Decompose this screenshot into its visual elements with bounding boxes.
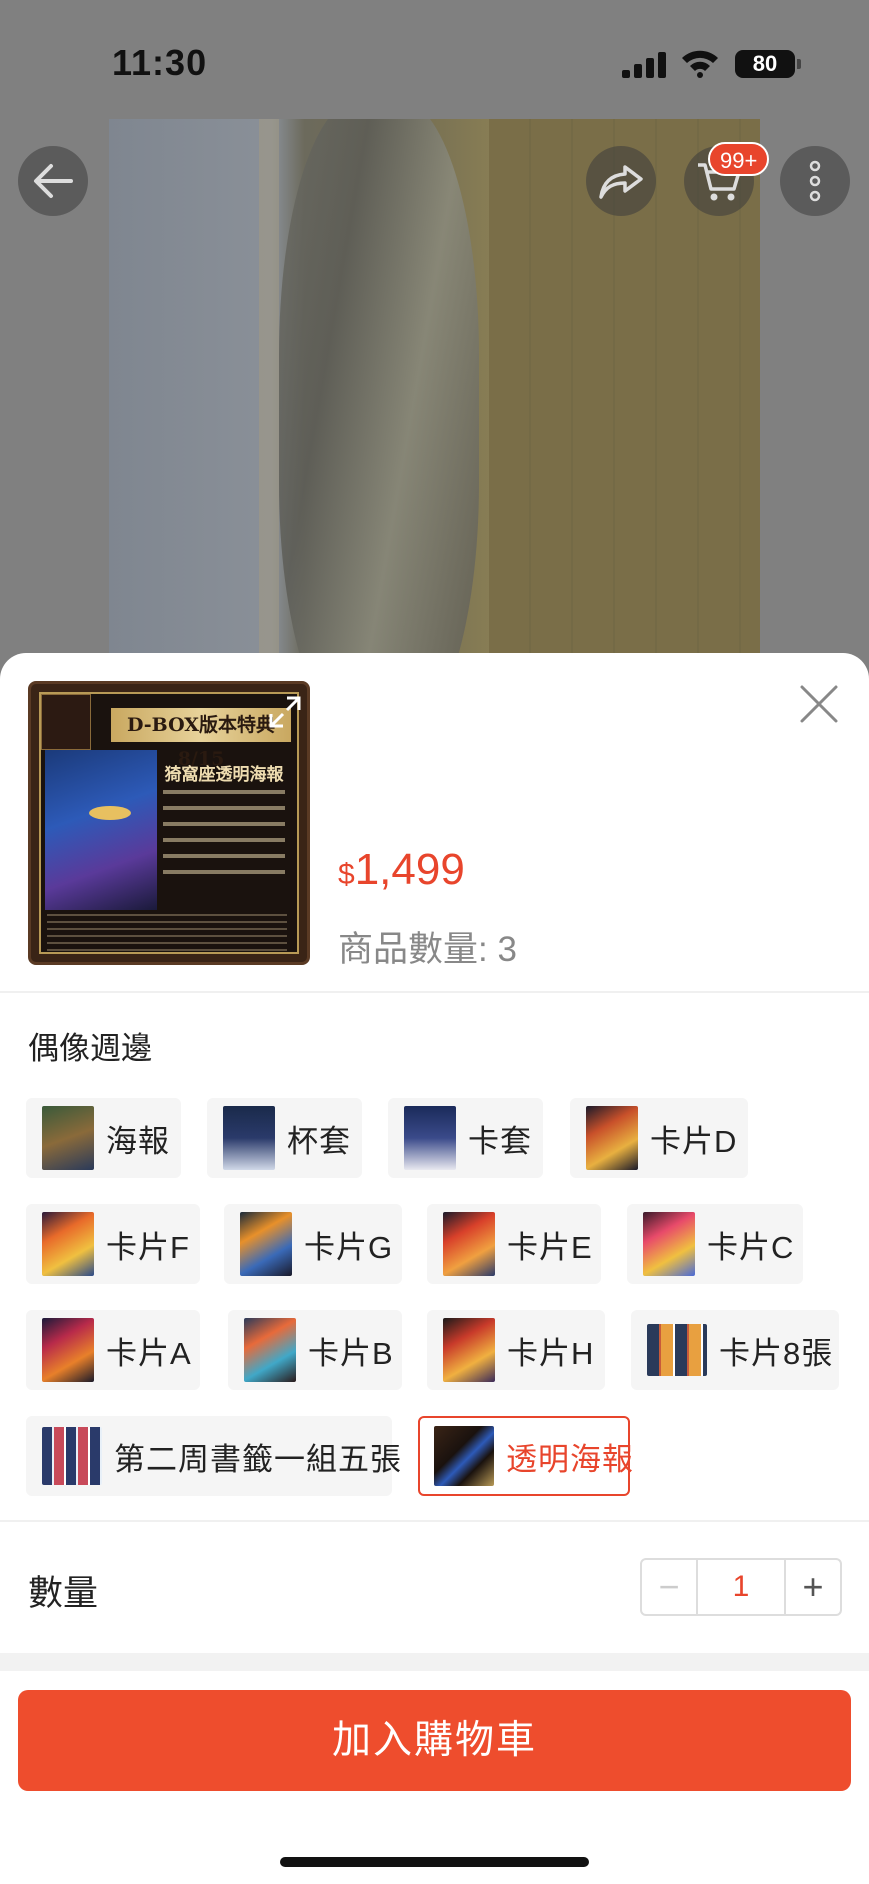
quantity-stepper: − 1 + <box>640 1558 842 1616</box>
option-label: 卡片8張 <box>719 1335 834 1371</box>
option-thumbnail <box>42 1106 94 1170</box>
option-label: 海報 <box>106 1123 170 1159</box>
option-bookmark-set[interactable]: 第二周書籤一組五張 <box>26 1416 401 1496</box>
quantity-label: 數量 <box>28 1574 99 1613</box>
option-label: 卡片F <box>106 1229 190 1265</box>
thumbnail-title: 猗窩座透明海報 <box>164 765 284 785</box>
option-card-sleeve[interactable]: 卡套 <box>388 1098 543 1178</box>
more-vertical-icon <box>809 160 821 202</box>
status-time: 11:30 <box>112 42 208 83</box>
cellular-signal-icon <box>622 52 668 78</box>
divider <box>0 991 869 993</box>
home-indicator <box>280 1857 589 1867</box>
option-label: 卡片G <box>304 1229 394 1265</box>
quantity-input[interactable]: 1 <box>696 1560 786 1614</box>
quantity-decrease-button[interactable]: − <box>642 1560 696 1614</box>
option-thumbnail <box>404 1106 456 1170</box>
option-thumbnail <box>647 1324 707 1376</box>
option-card-h[interactable]: 卡片H <box>427 1310 605 1390</box>
option-cup-sleeve[interactable]: 杯套 <box>207 1098 362 1178</box>
battery-indicator: 80 <box>735 50 801 78</box>
option-card-g[interactable]: 卡片G <box>224 1204 402 1284</box>
option-label: 卡片D <box>650 1123 738 1159</box>
option-card-c[interactable]: 卡片C <box>627 1204 803 1284</box>
wifi-icon <box>682 50 718 78</box>
brand-logo <box>41 694 91 750</box>
quantity-increase-button[interactable]: + <box>786 1560 840 1614</box>
option-label: 第二周書籤一組五張 <box>114 1441 402 1477</box>
price-currency: $ <box>338 858 355 891</box>
option-card-a[interactable]: 卡片A <box>26 1310 200 1390</box>
variation-bottom-sheet: D-BOX版本特典 8/15 猗窩座透明海報 $1,499 商品數量: 3 偶像… <box>0 653 869 1884</box>
product-thumbnail[interactable]: D-BOX版本特典 8/15 猗窩座透明海報 <box>28 681 310 965</box>
option-card-d[interactable]: 卡片D <box>570 1098 748 1178</box>
option-thumbnail <box>443 1212 495 1276</box>
option-label: 卡片B <box>308 1335 394 1371</box>
option-cards-8[interactable]: 卡片8張 <box>631 1310 839 1390</box>
option-thumbnail <box>643 1212 695 1276</box>
price-amount: 1,499 <box>354 845 465 894</box>
arrow-left-icon <box>34 164 73 198</box>
thumbnail-banner: D-BOX版本特典 8/15 <box>111 708 291 770</box>
variation-title: 偶像週邊 <box>28 1031 152 1066</box>
option-thumbnail <box>240 1212 292 1276</box>
product-photo <box>109 119 760 679</box>
share-icon <box>599 165 643 199</box>
close-icon[interactable] <box>798 683 840 725</box>
option-label: 卡片H <box>507 1335 595 1371</box>
status-bar: 11:30 80 <box>0 0 869 120</box>
option-label: 卡套 <box>468 1123 532 1159</box>
thumbnail-artwork <box>45 750 157 910</box>
option-thumbnail <box>443 1318 495 1382</box>
option-clear-poster[interactable]: 透明海報 <box>418 1416 633 1496</box>
divider <box>0 1653 869 1671</box>
option-label: 卡片E <box>507 1229 593 1265</box>
cart-count-badge: 99+ <box>708 142 770 176</box>
option-thumbnail <box>42 1427 102 1485</box>
option-thumbnail <box>434 1426 494 1486</box>
option-label: 杯套 <box>287 1123 351 1159</box>
add-to-cart-button[interactable]: 加入購物車 <box>18 1690 851 1791</box>
option-poster[interactable]: 海報 <box>26 1098 181 1178</box>
option-label: 透明海報 <box>506 1441 634 1477</box>
option-card-e[interactable]: 卡片E <box>427 1204 601 1284</box>
back-button[interactable] <box>18 146 88 216</box>
option-card-b[interactable]: 卡片B <box>228 1310 402 1390</box>
option-card-f[interactable]: 卡片F <box>26 1204 200 1284</box>
divider <box>0 1520 869 1522</box>
option-thumbnail <box>42 1318 94 1382</box>
more-options-button[interactable] <box>780 146 850 216</box>
share-button[interactable] <box>586 146 656 216</box>
expand-icon[interactable] <box>267 694 303 730</box>
option-thumbnail <box>223 1106 275 1170</box>
option-thumbnail <box>42 1212 94 1276</box>
stock-count: 商品數量: 3 <box>338 930 517 969</box>
product-price: $1,499 <box>338 845 465 895</box>
option-thumbnail <box>244 1318 296 1382</box>
option-thumbnail <box>586 1106 638 1170</box>
option-label: 卡片C <box>707 1229 795 1265</box>
option-label: 卡片A <box>106 1335 192 1371</box>
